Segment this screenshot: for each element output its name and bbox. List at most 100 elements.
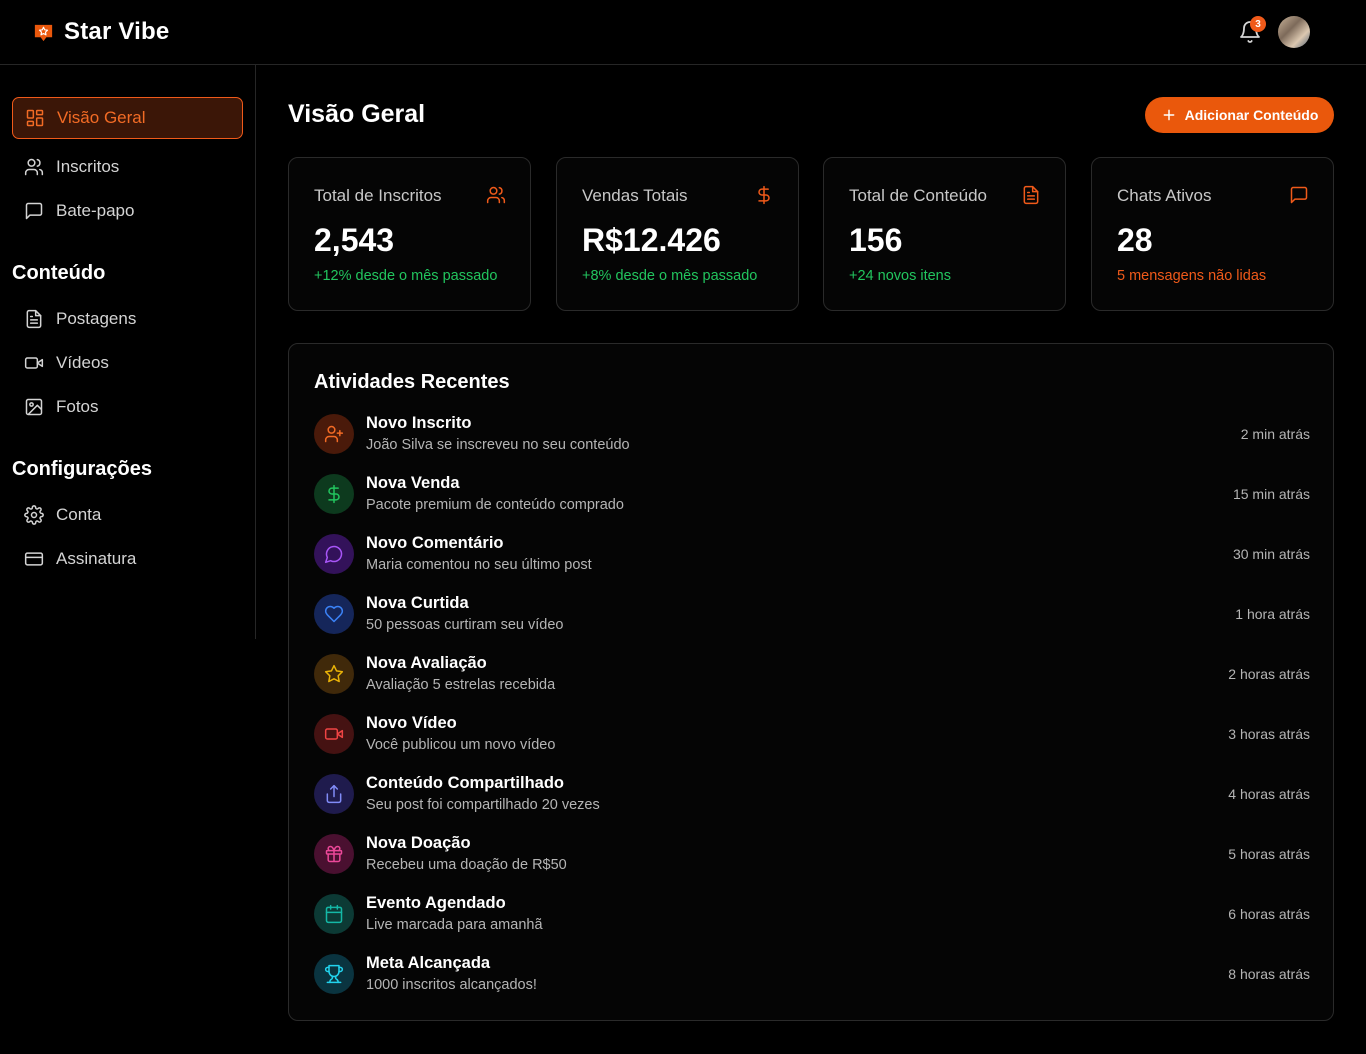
activity-title: Atividades Recentes xyxy=(314,371,510,393)
user-plus-icon xyxy=(314,414,354,454)
activity-time: 6 horas atrás xyxy=(1228,906,1310,922)
activity-item[interactable]: Meta Alcançada 1000 inscritos alcançados… xyxy=(314,954,1310,998)
activity-time: 30 min atrás xyxy=(1232,546,1310,562)
stat-change: +12% desde o mês passado xyxy=(314,268,498,284)
activity-item[interactable]: Nova Venda Pacote premium de conteúdo co… xyxy=(314,474,1310,518)
sidebar-item-fotos[interactable]: Fotos xyxy=(12,386,243,428)
stat-card-conteudo: Total de Conteúdo 156 +24 novos itens xyxy=(823,157,1066,311)
heart-icon xyxy=(314,594,354,634)
activity-time: 2 min atrás xyxy=(1240,426,1310,442)
activity-description: 50 pessoas curtiram seu vídeo xyxy=(366,617,564,633)
activity-title: Novo Inscrito xyxy=(366,414,472,432)
sidebar-item-visao-geral[interactable]: Visão Geral xyxy=(12,97,243,139)
dollar-icon xyxy=(758,185,770,205)
activity-item[interactable]: Novo Inscrito João Silva se inscreveu no… xyxy=(314,414,1310,458)
activity-item[interactable]: Nova Doação Recebeu uma doação de R$50 5… xyxy=(314,834,1310,878)
activity-title: Nova Doação xyxy=(366,834,471,852)
activity-title: Nova Venda xyxy=(366,474,460,492)
stat-value: 2,543 xyxy=(314,222,395,258)
activity-item[interactable]: Novo Comentário Maria comentou no seu úl… xyxy=(314,534,1310,578)
stat-value: 156 xyxy=(849,222,903,258)
dollar-icon xyxy=(314,474,354,514)
stat-value: R$12.426 xyxy=(582,222,721,258)
sidebar-item-videos[interactable]: Vídeos xyxy=(12,342,243,384)
activity-time: 1 hora atrás xyxy=(1235,606,1310,622)
activity-description: Live marcada para amanhã xyxy=(366,917,543,933)
sidebar: Visão Geral Inscritos Bate-papo Conteúdo… xyxy=(0,65,256,639)
stat-change: +8% desde o mês passado xyxy=(582,268,758,284)
activity-title: Nova Curtida xyxy=(366,594,469,612)
stat-change: +24 novos itens xyxy=(849,268,951,284)
sidebar-item-label: Conta xyxy=(56,505,102,524)
stat-card-inscritos: Total de Inscritos 2,543 +12% desde o mê… xyxy=(288,157,531,311)
activity-time: 5 horas atrás xyxy=(1228,846,1310,862)
sidebar-item-bate-papo[interactable]: Bate-papo xyxy=(12,190,243,232)
page-title: Visão Geral xyxy=(288,100,426,128)
notification-count-badge[interactable]: 3 xyxy=(1250,16,1266,32)
activity-description: Seu post foi compartilhado 20 vezes xyxy=(366,797,600,813)
activity-description: Avaliação 5 estrelas recebida xyxy=(366,677,556,693)
stat-label: Chats Ativos xyxy=(1117,186,1212,205)
sidebar-item-label: Assinatura xyxy=(56,549,137,568)
activity-description: Você publicou um novo vídeo xyxy=(366,737,556,753)
credit-card-icon xyxy=(24,552,44,566)
activity-title: Nova Avaliação xyxy=(366,654,487,672)
activity-time: 3 horas atrás xyxy=(1228,726,1310,742)
activity-item[interactable]: Conteúdo Compartilhado Seu post foi comp… xyxy=(314,774,1310,818)
add-content-button[interactable]: Adicionar Conteúdo xyxy=(1145,97,1334,133)
activity-item[interactable]: Evento Agendado Live marcada para amanhã… xyxy=(314,894,1310,938)
sidebar-item-conta[interactable]: Conta xyxy=(12,494,243,536)
sidebar-item-label: Bate-papo xyxy=(56,201,135,220)
activity-title: Novo Vídeo xyxy=(366,714,457,732)
users-icon xyxy=(486,186,506,204)
sidebar-item-label: Inscritos xyxy=(56,157,120,176)
activity-item[interactable]: Novo Vídeo Você publicou um novo vídeo 3… xyxy=(314,714,1310,758)
activity-description: João Silva se inscreveu no seu conteúdo xyxy=(366,437,630,453)
stat-label: Vendas Totais xyxy=(582,186,688,205)
trophy-icon xyxy=(314,954,354,994)
message-square-icon xyxy=(1290,186,1308,204)
sidebar-item-label: Visão Geral xyxy=(57,108,146,127)
activity-description: 1000 inscritos alcançados! xyxy=(366,977,537,993)
stat-card-chats: Chats Ativos 28 5 mensagens não lidas xyxy=(1091,157,1334,311)
sidebar-section-conteudo: Conteúdo xyxy=(12,262,106,284)
sidebar-item-postagens[interactable]: Postagens xyxy=(12,298,243,340)
activity-time: 8 horas atrás xyxy=(1228,966,1310,982)
layout-grid-icon xyxy=(26,109,44,127)
activity-item[interactable]: Nova Avaliação Avaliação 5 estrelas rece… xyxy=(314,654,1310,698)
gear-icon xyxy=(24,505,44,525)
gift-icon xyxy=(314,834,354,874)
video-icon xyxy=(314,714,354,754)
activity-time: 4 horas atrás xyxy=(1228,786,1310,802)
activity-title: Evento Agendado xyxy=(366,894,506,912)
video-icon xyxy=(24,357,44,369)
message-square-icon xyxy=(25,202,43,220)
stat-change: 5 mensagens não lidas xyxy=(1117,268,1267,284)
activity-description: Pacote premium de conteúdo comprado xyxy=(366,497,624,513)
sidebar-item-assinatura[interactable]: Assinatura xyxy=(12,538,243,580)
add-content-label: Adicionar Conteúdo xyxy=(1184,107,1319,123)
plus-icon xyxy=(1163,109,1175,121)
activity-time: 15 min atrás xyxy=(1232,486,1310,502)
message-circle-icon xyxy=(314,534,354,574)
image-icon xyxy=(25,398,43,416)
calendar-icon xyxy=(314,894,354,934)
brand[interactable]: Star Vibe xyxy=(32,18,169,46)
stat-label: Total de Inscritos xyxy=(314,186,442,205)
activity-time: 2 horas atrás xyxy=(1228,666,1310,682)
file-text-icon xyxy=(26,309,42,329)
star-icon xyxy=(314,654,354,694)
sidebar-item-label: Postagens xyxy=(56,309,137,328)
sidebar-section-configuracoes: Configurações xyxy=(12,458,153,480)
share-icon xyxy=(314,774,354,814)
activity-description: Maria comentou no seu último post xyxy=(366,557,592,573)
activity-item[interactable]: Nova Curtida 50 pessoas curtiram seu víd… xyxy=(314,594,1310,638)
sidebar-item-inscritos[interactable]: Inscritos xyxy=(12,146,243,188)
stat-label: Total de Conteúdo xyxy=(849,186,987,205)
app-name: Star Vibe xyxy=(64,18,170,45)
user-avatar[interactable] xyxy=(1278,16,1310,48)
activity-title: Conteúdo Compartilhado xyxy=(366,774,564,792)
star-vibe-logo-icon xyxy=(34,24,53,41)
sidebar-item-label: Vídeos xyxy=(56,353,109,372)
activity-title: Meta Alcançada xyxy=(366,954,491,972)
